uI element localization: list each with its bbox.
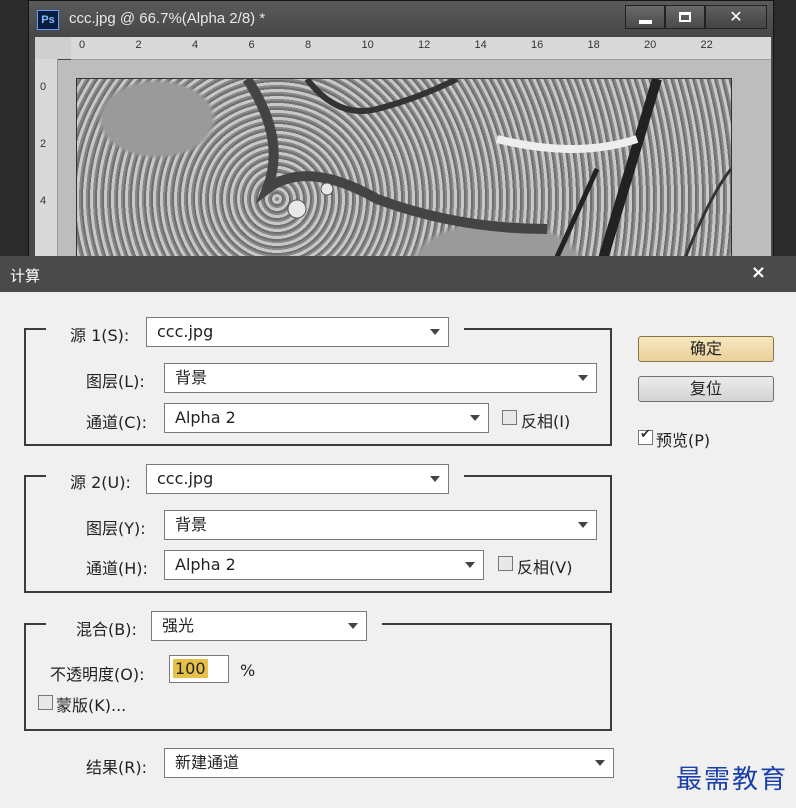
source2-file-value: ccc.jpg	[157, 469, 214, 488]
mask-checkbox[interactable]	[38, 695, 53, 710]
source1-channel-select[interactable]: Alpha 2	[164, 403, 489, 433]
source1-channel-label: 通道(C):	[86, 413, 148, 432]
ruler-h-tick: 22	[700, 39, 713, 51]
source1-invert-checkbox[interactable]	[502, 410, 517, 425]
blend-label: 混合(B):	[76, 620, 137, 639]
opacity-unit: %	[240, 661, 256, 680]
watermark: 最需教育	[675, 765, 788, 795]
ruler-h-tick: 10	[361, 39, 374, 51]
ok-button[interactable]: 确定	[638, 336, 774, 362]
ruler-h-tick: 0	[79, 39, 86, 51]
blend-mode-value: 强光	[162, 616, 195, 635]
chevron-down-icon	[595, 760, 605, 766]
source2-invert-checkbox[interactable]	[498, 556, 513, 571]
document-title: ccc.jpg @ 66.7%(Alpha 2/8) *	[69, 10, 266, 27]
ruler-corner[interactable]	[35, 37, 71, 59]
source2-channel-label: 通道(H):	[86, 559, 148, 578]
preview-label[interactable]: 预览(P)	[656, 427, 710, 451]
dialog-title: 计算	[10, 267, 41, 285]
ruler-v-tick: 0	[40, 81, 47, 93]
ruler-h-tick: 8	[305, 39, 312, 51]
result-select[interactable]: 新建通道	[164, 748, 614, 778]
opacity-input[interactable]: 100	[169, 655, 229, 683]
document-window: Ps ccc.jpg @ 66.7%(Alpha 2/8) * ✕ 0 2 4 6 8 1…	[28, 0, 774, 280]
result-value: 新建通道	[175, 753, 240, 772]
source2-invert-label[interactable]: 反相(V)	[517, 554, 572, 578]
source1-layer-label: 图层(L):	[86, 372, 145, 391]
ruler-h-tick: 18	[587, 39, 600, 51]
source2-file-select[interactable]: ccc.jpg	[146, 464, 449, 494]
source2-label: 源 2(U):	[70, 473, 131, 492]
ruler-h-tick: 16	[531, 39, 544, 51]
minimize-icon	[639, 20, 652, 24]
source1-file-select[interactable]: ccc.jpg	[146, 317, 449, 347]
reset-button[interactable]: 复位	[638, 376, 774, 402]
preview-checkbox[interactable]	[638, 427, 653, 445]
ruler-h-tick: 14	[474, 39, 487, 51]
minimize-button[interactable]	[625, 5, 665, 29]
opacity-label: 不透明度(O):	[50, 665, 145, 684]
opacity-value: 100	[173, 659, 208, 678]
ruler-v-tick: 2	[40, 138, 47, 150]
maximize-icon	[679, 12, 691, 22]
dialog-close-icon[interactable]: ×	[751, 262, 766, 283]
source2-channel-select[interactable]: Alpha 2	[164, 550, 484, 580]
source1-channel-value: Alpha 2	[175, 408, 236, 427]
chevron-down-icon	[465, 562, 475, 568]
vertical-ruler[interactable]: 0 2 4	[35, 59, 58, 261]
source2-layer-select[interactable]: 背景	[164, 510, 597, 540]
chevron-down-icon	[578, 375, 588, 381]
horizontal-ruler[interactable]: 0 2 4 6 8 10 12 14 16 18 20 22	[71, 37, 771, 60]
source2-layer-value: 背景	[175, 515, 208, 534]
chevron-down-icon	[430, 476, 440, 482]
document-titlebar[interactable]: Ps ccc.jpg @ 66.7%(Alpha 2/8) * ✕	[29, 1, 773, 37]
chevron-down-icon	[348, 623, 358, 629]
calculations-dialog: 计算 × 源 1(S): ccc.jpg 图层(L): 背景 通道(C): Al…	[0, 256, 796, 808]
image-content	[242, 79, 731, 279]
result-label: 结果(R):	[86, 758, 147, 777]
ruler-h-tick: 4	[192, 39, 199, 51]
source1-layer-value: 背景	[175, 368, 208, 387]
source1-file-value: ccc.jpg	[157, 322, 214, 341]
chevron-down-icon	[578, 522, 588, 528]
close-icon: ✕	[729, 7, 743, 26]
dialog-titlebar[interactable]: 计算 ×	[0, 256, 796, 292]
close-window-button[interactable]: ✕	[705, 5, 767, 29]
chevron-down-icon	[430, 329, 440, 335]
source1-invert-label[interactable]: 反相(I)	[521, 408, 570, 432]
source1-label: 源 1(S):	[70, 326, 130, 345]
blend-mode-select[interactable]: 强光	[151, 611, 367, 641]
ruler-h-tick: 20	[644, 39, 657, 51]
photoshop-logo-icon: Ps	[37, 10, 59, 30]
source2-layer-label: 图层(Y):	[86, 519, 146, 538]
ruler-h-tick: 2	[135, 39, 142, 51]
mask-label[interactable]: 蒙版(K)...	[56, 692, 126, 716]
source1-layer-select[interactable]: 背景	[164, 363, 597, 393]
ruler-h-tick: 6	[248, 39, 255, 51]
ruler-v-tick: 4	[40, 195, 47, 207]
source2-channel-value: Alpha 2	[175, 555, 236, 574]
ruler-h-tick: 12	[418, 39, 431, 51]
maximize-button[interactable]	[665, 5, 705, 29]
canvas-area[interactable]	[58, 60, 771, 280]
dialog-body: 源 1(S): ccc.jpg 图层(L): 背景 通道(C): Alpha 2…	[6, 292, 796, 808]
document-image[interactable]	[76, 78, 732, 280]
chevron-down-icon	[470, 415, 480, 421]
window-controls: ✕	[625, 5, 767, 29]
